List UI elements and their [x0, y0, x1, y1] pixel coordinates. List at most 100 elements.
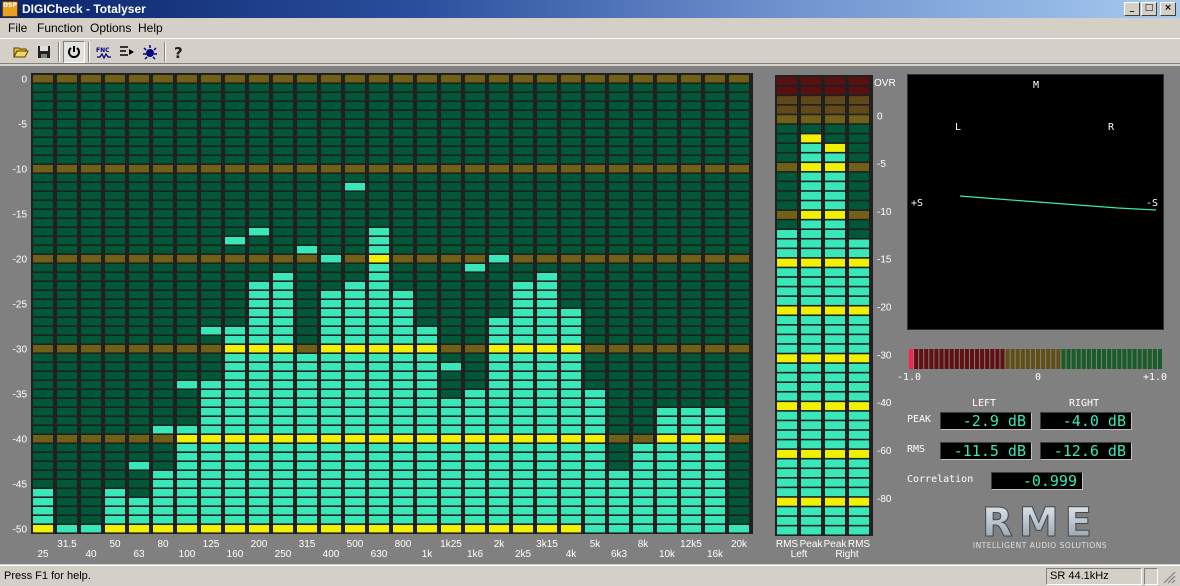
resize-grip[interactable] — [1162, 570, 1176, 584]
level-segment — [849, 373, 869, 382]
level-segment — [801, 296, 821, 305]
level-segment — [849, 516, 869, 525]
correlation-segment — [1071, 349, 1076, 369]
level-segment — [849, 182, 869, 191]
level-segment — [825, 469, 845, 478]
level-segment — [825, 402, 845, 411]
level-segment — [777, 363, 797, 372]
level-segment — [777, 105, 797, 114]
correlation-segment — [1020, 349, 1025, 369]
level-segment — [801, 335, 821, 344]
level-segment — [777, 287, 797, 296]
maximize-button[interactable]: □ — [1141, 2, 1157, 16]
level-segment — [849, 306, 869, 315]
menu-help[interactable]: Help — [138, 21, 163, 35]
logo-text: RME — [982, 500, 1098, 546]
level-segment — [825, 430, 845, 439]
correlation-segment — [1051, 349, 1056, 369]
level-segment — [825, 287, 845, 296]
level-scale-label: -20 — [877, 303, 892, 314]
level-segment — [777, 344, 797, 353]
correlation-segment — [1152, 349, 1157, 369]
level-segment — [825, 459, 845, 468]
power-button[interactable] — [63, 41, 85, 63]
close-button[interactable]: × — [1160, 2, 1176, 16]
correlation-segment — [1010, 349, 1015, 369]
level-segment — [801, 478, 821, 487]
correlation-segment — [990, 349, 995, 369]
level-segment — [825, 86, 845, 95]
fnc-button[interactable]: FNC — [93, 41, 115, 63]
level-segment — [825, 325, 845, 334]
correlation-segment — [1041, 349, 1046, 369]
level-segment — [825, 201, 845, 210]
correlation-bar — [909, 349, 1162, 369]
gonio-trace — [959, 195, 1157, 211]
level-segment — [849, 115, 869, 124]
level-segment — [849, 497, 869, 506]
settings-icon — [143, 45, 157, 60]
level-segment — [801, 268, 821, 277]
level-segment — [849, 488, 869, 497]
level-segment — [777, 124, 797, 133]
correlation-segment — [985, 349, 990, 369]
level-segment — [825, 115, 845, 124]
settings-button[interactable] — [139, 41, 161, 63]
ovr-label: OVR — [874, 78, 896, 89]
level-segment — [849, 526, 869, 535]
correlation-segment — [1056, 349, 1061, 369]
menu-file[interactable]: File — [8, 21, 27, 35]
level-segment — [777, 201, 797, 210]
level-segment — [825, 507, 845, 516]
level-scale-label: -40 — [877, 398, 892, 409]
correlation-segment — [1157, 349, 1162, 369]
level-segment — [849, 143, 869, 152]
level-segment — [801, 469, 821, 478]
level-segment — [801, 488, 821, 497]
level-segment — [849, 430, 869, 439]
open-button[interactable] — [10, 41, 32, 63]
gonio-label-m: M — [1033, 80, 1039, 91]
correlation-segment — [1137, 349, 1142, 369]
correlation-segment — [980, 349, 985, 369]
window-title: DIGICheck - Totalyser — [22, 2, 146, 16]
level-segment — [777, 220, 797, 229]
level-segment — [777, 191, 797, 200]
level-segment — [849, 478, 869, 487]
correlation-segment — [969, 349, 975, 369]
menu-function[interactable]: Function — [37, 21, 83, 35]
level-segment — [801, 134, 821, 143]
correlation-segment — [1117, 349, 1122, 369]
level-segment — [849, 86, 869, 95]
level-segment — [849, 354, 869, 363]
level-scale-label: -60 — [877, 446, 892, 457]
level-scale-label: -30 — [877, 350, 892, 361]
level-segment — [801, 383, 821, 391]
status-bar: Press F1 for help. SR 44.1kHz — [0, 565, 1180, 586]
status-pane — [1144, 568, 1158, 585]
level-channel-label: Left — [791, 549, 808, 560]
minimize-button[interactable]: _ — [1124, 2, 1140, 16]
corr-scale-max: +1.0 — [1143, 372, 1168, 383]
menu-options[interactable]: Options — [90, 21, 131, 35]
power-icon — [68, 46, 80, 58]
level-segment — [825, 373, 845, 382]
level-segment — [849, 124, 869, 133]
level-segment — [849, 230, 869, 238]
correlation-segment — [914, 349, 919, 369]
level-segment — [801, 182, 821, 191]
corr-scale-min: -1.0 — [897, 372, 922, 383]
level-segment — [777, 77, 797, 85]
app-icon[interactable]: DSP — [2, 1, 18, 17]
title-bar[interactable]: DSP DIGICheck - Totalyser _ □ × — [0, 0, 1180, 18]
correlation-segment — [1147, 349, 1152, 369]
level-channel-label: Right — [835, 549, 859, 560]
level-segment — [849, 153, 869, 162]
level-segment — [825, 383, 845, 391]
filter-button[interactable] — [116, 41, 138, 63]
save-button[interactable] — [33, 41, 55, 63]
help-button[interactable]: ? — [168, 41, 190, 63]
sample-rate-indicator: SR 44.1kHz — [1046, 568, 1142, 585]
toolbar-separator — [88, 42, 90, 62]
level-segment — [825, 134, 845, 143]
